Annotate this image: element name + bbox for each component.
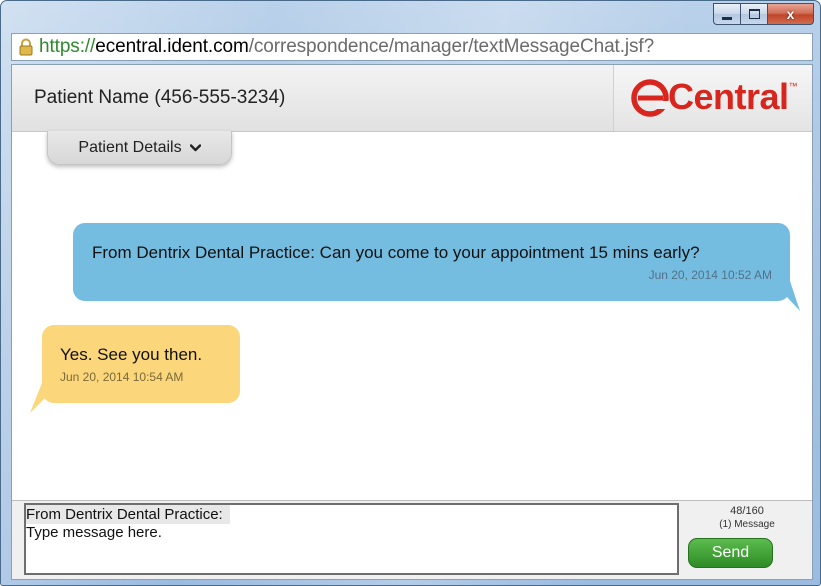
browser-window: x https://ecentral.ident.com/corresponde… — [0, 0, 821, 586]
message-prefix: From Dentrix Dental Practice: — [26, 505, 230, 524]
message-timestamp: Jun 20, 2014 10:54 AM — [60, 370, 184, 384]
character-counter: 48/160 (1) Message — [702, 504, 792, 532]
maximize-button[interactable] — [740, 3, 767, 25]
page-content: Patient Name (456-555-3234) Central ™ Pa… — [11, 64, 813, 580]
send-button[interactable]: Send — [688, 538, 773, 568]
patient-details-toggle[interactable]: Patient Details — [47, 131, 232, 165]
lock-icon — [19, 38, 33, 56]
url-text[interactable]: https://ecentral.ident.com/correspondenc… — [39, 36, 654, 58]
ecentral-logo: Central ™ — [630, 77, 798, 117]
message-count: (1) Message — [719, 519, 775, 530]
maximize-icon — [748, 9, 760, 19]
window-controls: x — [713, 3, 814, 25]
message-input-box[interactable]: From Dentrix Dental Practice: Type messa… — [24, 503, 679, 575]
logo-text: Central — [668, 76, 789, 117]
url-scheme: https:// — [39, 36, 96, 57]
close-icon: x — [786, 6, 795, 22]
logo-trademark: ™ — [788, 81, 798, 91]
message-input[interactable]: Type message here. — [26, 524, 162, 542]
compose-area: From Dentrix Dental Practice: Type messa… — [12, 500, 812, 579]
incoming-message: Yes. See you then. Jun 20, 2014 10:54 AM — [42, 325, 240, 403]
message-text: Yes. See you then. — [60, 345, 203, 364]
logo-e-icon — [631, 79, 670, 117]
message-timestamp: Jun 20, 2014 10:52 AM — [648, 268, 772, 282]
minimize-button[interactable] — [713, 3, 740, 25]
url-path: /correspondence/manager/textMessageChat.… — [248, 36, 655, 57]
outgoing-message: From Dentrix Dental Practice: Can you co… — [73, 223, 790, 301]
incoming-bubble: Yes. See you then. Jun 20, 2014 10:54 AM — [42, 325, 240, 403]
chat-header: Patient Name (456-555-3234) Central ™ — [12, 65, 812, 132]
minimize-icon — [722, 16, 732, 20]
patient-details-label: Patient Details — [78, 138, 182, 156]
chevron-down-icon — [189, 143, 201, 151]
incoming-bubble-tail — [30, 383, 60, 413]
char-count: 48/160 — [730, 505, 764, 517]
outgoing-bubble: From Dentrix Dental Practice: Can you co… — [73, 223, 790, 301]
logo-panel: Central ™ — [613, 65, 812, 131]
message-text: From Dentrix Dental Practice: Can you co… — [92, 243, 700, 262]
outgoing-bubble-tail — [772, 281, 800, 311]
patient-name: Patient Name (456-555-3234) — [34, 87, 286, 108]
address-bar[interactable]: https://ecentral.ident.com/correspondenc… — [11, 33, 813, 61]
close-button[interactable]: x — [767, 3, 814, 25]
url-host: ecentral.ident.com — [95, 36, 249, 57]
